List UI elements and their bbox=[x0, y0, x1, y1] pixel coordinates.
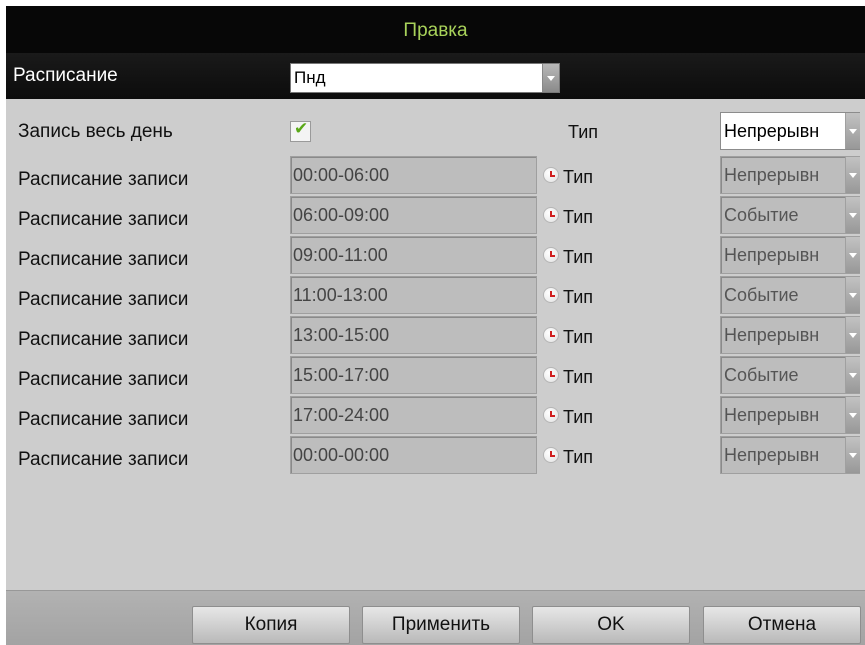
clock-icon[interactable] bbox=[543, 287, 559, 303]
chevron-down-icon[interactable] bbox=[845, 197, 860, 233]
record-type-value: Непрерывн bbox=[724, 445, 820, 465]
chevron-down-icon[interactable] bbox=[845, 437, 860, 473]
type-label: Тип bbox=[563, 247, 594, 267]
schedule-label: Расписание bbox=[13, 65, 118, 86]
time-range-value: 17:00-24:00 bbox=[293, 405, 390, 425]
time-range-input[interactable]: 11:00-13:00 bbox=[290, 276, 537, 314]
type-label: Тип bbox=[563, 167, 594, 187]
schedule-row-label: Расписание записи bbox=[18, 169, 189, 190]
all-day-checkbox[interactable]: ✔ bbox=[290, 119, 311, 142]
button-bar: Копия Применить OK Отмена bbox=[6, 590, 865, 645]
clock-icon[interactable] bbox=[543, 207, 559, 223]
check-icon: ✔ bbox=[294, 119, 309, 138]
schedule-row-label: Расписание записи bbox=[18, 249, 189, 270]
clock-icon[interactable] bbox=[543, 247, 559, 263]
ok-button[interactable]: OK bbox=[532, 606, 690, 644]
type-label: Тип bbox=[563, 287, 594, 307]
record-type-select[interactable]: Событие bbox=[720, 196, 860, 234]
chevron-down-icon[interactable] bbox=[845, 237, 860, 273]
copy-button[interactable]: Копия bbox=[192, 606, 350, 644]
time-range-value: 09:00-11:00 bbox=[293, 245, 388, 265]
chevron-down-icon[interactable] bbox=[542, 64, 559, 92]
clock-icon[interactable] bbox=[543, 167, 559, 183]
time-range-value: 11:00-13:00 bbox=[293, 285, 388, 305]
record-type-value: Непрерывн bbox=[724, 325, 820, 345]
record-type-value: Событие bbox=[724, 285, 799, 305]
time-range-input[interactable]: 17:00-24:00 bbox=[290, 396, 537, 434]
time-range-input[interactable]: 13:00-15:00 bbox=[290, 316, 537, 354]
schedule-row-label: Расписание записи bbox=[18, 449, 189, 470]
time-range-input[interactable]: 09:00-11:00 bbox=[290, 236, 537, 274]
clock-icon[interactable] bbox=[543, 447, 559, 463]
schedule-row-label: Расписание записи bbox=[18, 289, 189, 310]
chevron-down-icon[interactable] bbox=[845, 357, 860, 393]
time-range-input[interactable]: 15:00-17:00 bbox=[290, 356, 537, 394]
record-type-select[interactable]: Непрерывн bbox=[720, 156, 860, 194]
edit-dialog: Правка Расписание Пнд Запись весь день ✔… bbox=[6, 6, 865, 645]
cancel-button[interactable]: Отмена bbox=[703, 606, 861, 644]
all-day-type-value: Непрерывн bbox=[724, 121, 820, 141]
type-label: Тип bbox=[563, 327, 594, 347]
clock-icon[interactable] bbox=[543, 367, 559, 383]
all-day-label: Запись весь день bbox=[18, 121, 173, 142]
clock-icon[interactable] bbox=[543, 407, 559, 423]
schedule-day-bar: Расписание Пнд bbox=[6, 53, 865, 99]
chevron-down-icon[interactable] bbox=[845, 277, 860, 313]
apply-button[interactable]: Применить bbox=[362, 606, 520, 644]
chevron-down-icon[interactable] bbox=[845, 397, 860, 433]
record-type-select[interactable]: Непрерывн bbox=[720, 236, 860, 274]
record-type-select[interactable]: Событие bbox=[720, 276, 860, 314]
record-type-value: Непрерывн bbox=[724, 245, 820, 265]
record-type-value: Событие bbox=[724, 365, 799, 385]
dialog-title: Правка bbox=[6, 6, 865, 53]
type-label: Тип bbox=[563, 447, 594, 467]
time-range-input[interactable]: 00:00-06:00 bbox=[290, 156, 537, 194]
schedule-day-value: Пнд bbox=[294, 68, 326, 87]
time-range-value: 15:00-17:00 bbox=[293, 365, 390, 385]
chevron-down-icon[interactable] bbox=[845, 113, 860, 149]
time-range-input[interactable]: 06:00-09:00 bbox=[290, 196, 537, 234]
chevron-down-icon[interactable] bbox=[845, 157, 860, 193]
type-label: Тип bbox=[563, 367, 594, 387]
time-range-value: 06:00-09:00 bbox=[293, 205, 390, 225]
record-type-select[interactable]: Событие bbox=[720, 356, 860, 394]
record-type-select[interactable]: Непрерывн bbox=[720, 316, 860, 354]
record-type-value: Событие bbox=[724, 205, 799, 225]
record-type-value: Непрерывн bbox=[724, 405, 820, 425]
all-day-type-select[interactable]: Непрерывн bbox=[720, 112, 860, 150]
schedule-row-label: Расписание записи bbox=[18, 409, 189, 430]
schedule-row-label: Расписание записи bbox=[18, 369, 189, 390]
clock-icon[interactable] bbox=[543, 327, 559, 343]
time-range-value: 00:00-00:00 bbox=[293, 445, 390, 465]
schedule-row-label: Расписание записи bbox=[18, 329, 189, 350]
type-label: Тип bbox=[563, 207, 594, 227]
time-range-value: 00:00-06:00 bbox=[293, 165, 390, 185]
type-label: Тип bbox=[563, 407, 594, 427]
record-type-select[interactable]: Непрерывн bbox=[720, 396, 860, 434]
record-type-value: Непрерывн bbox=[724, 165, 820, 185]
record-type-select[interactable]: Непрерывн bbox=[720, 436, 860, 474]
schedule-day-select[interactable]: Пнд bbox=[290, 63, 560, 93]
schedule-row-label: Расписание записи bbox=[18, 209, 189, 230]
chevron-down-icon[interactable] bbox=[845, 317, 860, 353]
time-range-value: 13:00-15:00 bbox=[293, 325, 390, 345]
time-range-input[interactable]: 00:00-00:00 bbox=[290, 436, 537, 474]
all-day-type-label: Тип bbox=[568, 122, 599, 142]
